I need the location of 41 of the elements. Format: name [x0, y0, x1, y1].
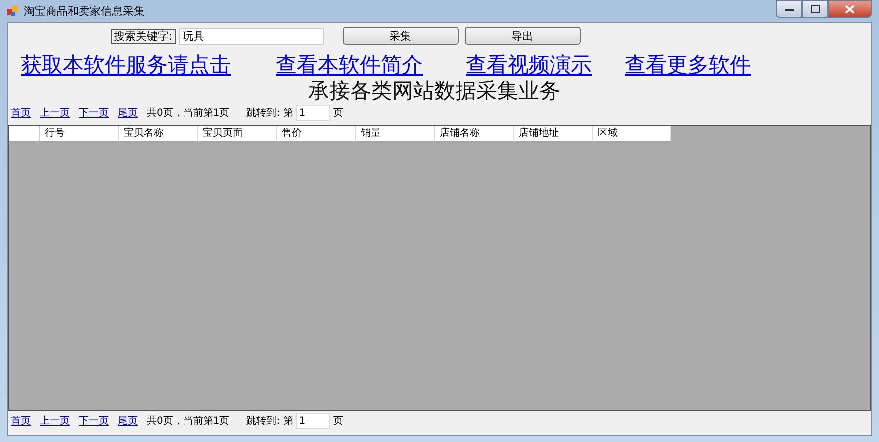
pager-link[interactable]: 首页 [11, 106, 31, 120]
column-header[interactable]: 宝贝名称 [119, 126, 198, 141]
export-button[interactable]: 导出 [464, 27, 581, 45]
search-label: 搜索关键字: [111, 28, 176, 44]
column-header[interactable]: 区域 [593, 126, 671, 141]
maximize-button[interactable] [802, 0, 828, 18]
banner-text: 承接各类网站数据采集业务 [308, 79, 562, 103]
pager-link[interactable]: 上一页 [40, 414, 70, 428]
page-status: 共0页，当前第1页 [147, 106, 230, 120]
jump-label: 跳转到: 第 [246, 106, 294, 120]
close-icon [845, 4, 855, 14]
pager-link[interactable]: 下一页 [79, 414, 109, 428]
pager-link[interactable]: 尾页 [118, 106, 138, 120]
pager-link[interactable]: 首页 [11, 414, 31, 428]
page-unit: 页 [333, 107, 344, 120]
link[interactable]: 查看更多软件 [625, 51, 751, 79]
close-button[interactable] [828, 0, 872, 18]
minimize-button[interactable] [776, 0, 802, 18]
link[interactable]: 获取本软件服务请点击 [21, 51, 231, 79]
column-header[interactable]: 宝贝页面 [198, 126, 277, 141]
pager-link[interactable]: 尾页 [118, 414, 138, 428]
window-title: 淘宝商品和卖家信息采集 [24, 4, 145, 18]
page-input[interactable]: 1 [296, 413, 330, 429]
column-header[interactable]: 销量 [356, 126, 435, 141]
column-header[interactable]: 店铺名称 [435, 126, 514, 141]
jump-label: 跳转到: 第 [246, 414, 294, 428]
page-input[interactable]: 1 [296, 105, 330, 121]
link[interactable]: 查看视频演示 [466, 51, 592, 79]
column-header[interactable]: 店铺地址 [514, 126, 593, 141]
column-header[interactable]: 售价 [277, 126, 356, 141]
search-field[interactable]: 玩具 [178, 28, 324, 44]
app-icon [7, 5, 19, 17]
collect-button[interactable]: 采集 [342, 27, 459, 45]
minimize-icon [784, 8, 794, 10]
pager-link[interactable]: 下一页 [79, 106, 109, 120]
column-header[interactable]: 行号 [40, 126, 119, 141]
page-status: 共0页，当前第1页 [147, 414, 230, 428]
page-unit: 页 [333, 415, 344, 428]
maximize-icon [810, 5, 820, 13]
link[interactable]: 查看本软件简介 [276, 51, 423, 79]
pager-link[interactable]: 上一页 [40, 106, 70, 120]
